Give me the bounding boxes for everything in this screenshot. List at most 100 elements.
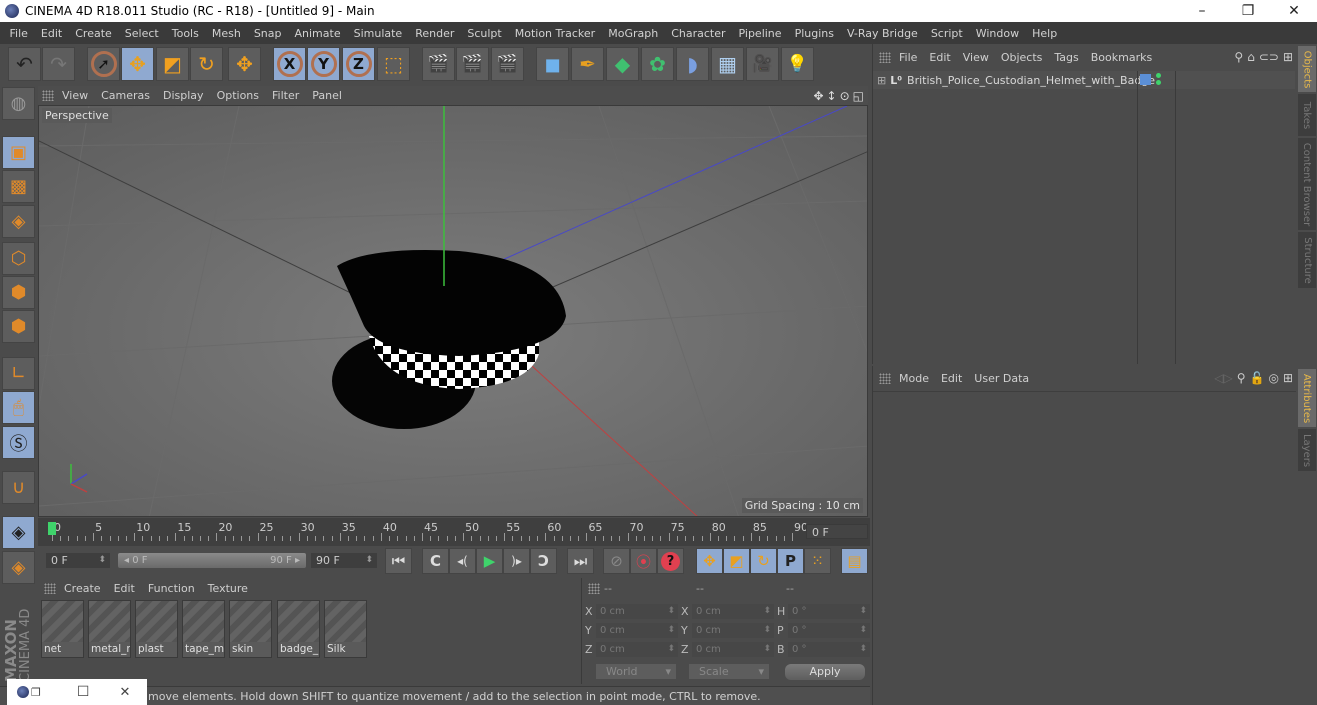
axis-mode-button[interactable]: ∟ [2, 357, 35, 390]
target-icon[interactable]: ◎ [1268, 371, 1278, 385]
timeline-ruler[interactable]: 0 5 10 15 20 25 30 35 40 45 50 55 60 65 70 75 80 85 90 0 F [38, 518, 870, 546]
menu-file[interactable]: File [3, 27, 34, 40]
menu-pipeline[interactable]: Pipeline [732, 27, 788, 40]
menu-create[interactable]: Create [69, 27, 119, 40]
keyframe-selection-button[interactable]: ? [657, 548, 684, 574]
material-swatch[interactable]: Silk [324, 600, 367, 658]
viewport-menu-options[interactable]: Options [217, 89, 259, 102]
prev-key-button[interactable]: C [422, 548, 449, 574]
attributes-menu-mode[interactable]: Mode [899, 372, 929, 385]
render-view-button[interactable]: 🎬 [422, 47, 455, 81]
panel-grip-icon[interactable] [44, 582, 56, 594]
menu-mograph[interactable]: MoGraph [602, 27, 665, 40]
material-menu-edit[interactable]: Edit [114, 582, 135, 595]
material-menu-texture[interactable]: Texture [208, 582, 248, 595]
camera-button[interactable]: 🎥 [746, 47, 779, 81]
back-arrow-icon[interactable]: ◁▷ [1214, 371, 1232, 385]
menu-script[interactable]: Script [924, 27, 969, 40]
frame-range-slider[interactable]: ◂ 0 F 90 F ▸ [118, 553, 306, 568]
goto-end-button[interactable]: ⏭ [567, 548, 594, 574]
workplane-rotate-button[interactable]: ◈ [2, 551, 35, 584]
cloner-button[interactable]: ✿ [641, 47, 674, 81]
rot-p-field[interactable]: 0 ° [788, 623, 870, 638]
apply-button[interactable]: Apply [785, 664, 865, 680]
camera-label[interactable]: Perspective [42, 108, 112, 123]
viewport-menu-filter[interactable]: Filter [272, 89, 299, 102]
size-y-field[interactable]: 0 cm [692, 623, 774, 638]
tab-structure[interactable]: Structure [1298, 232, 1316, 288]
objects-menu-file[interactable]: File [899, 51, 917, 64]
menu-animate[interactable]: Animate [288, 27, 347, 40]
viewport-menu-view[interactable]: View [62, 89, 88, 102]
spinner-icon[interactable]: ⬍ [98, 553, 106, 568]
y-axis-button[interactable]: Y [307, 47, 340, 81]
objects-menu-objects[interactable]: Objects [1001, 51, 1043, 64]
points-mode-button[interactable]: ⬡ [2, 242, 35, 275]
objects-menu-tags[interactable]: Tags [1054, 51, 1078, 64]
deformer-button[interactable]: ◗ [676, 47, 709, 81]
tab-objects[interactable]: Objects [1298, 46, 1316, 92]
goto-start-button[interactable]: ⏮ [385, 548, 412, 574]
expand-icon[interactable]: ⊞ [877, 74, 886, 87]
pos-y-field[interactable]: 0 cm [596, 623, 678, 638]
timeline-window-button[interactable]: ▤ [841, 548, 868, 574]
link-icon[interactable]: ⊂⊃ [1259, 50, 1279, 64]
end-frame-field[interactable]: 90 F ⬍ [311, 553, 377, 568]
material-swatch[interactable]: tape_ma [182, 600, 225, 658]
light-button[interactable]: 💡 [781, 47, 814, 81]
autokey-button[interactable]: ⦿ [630, 548, 657, 574]
size-x-field[interactable]: 0 cm [692, 604, 774, 619]
lock-icon[interactable]: 🔓 [1250, 371, 1265, 385]
mini-restore-button[interactable]: ❐ [31, 686, 41, 699]
polygons-mode-button[interactable]: ⬢ [2, 310, 35, 343]
panel-grip-icon[interactable] [42, 90, 54, 101]
spinner-icon[interactable]: ⬍ [365, 553, 373, 568]
attributes-menu-edit[interactable]: Edit [941, 372, 962, 385]
panel-grip-icon[interactable] [879, 52, 891, 63]
search-icon[interactable]: ⚲ [1237, 371, 1246, 385]
frame-ruler[interactable]: 0 5 10 15 20 25 30 35 40 45 50 55 60 65 70 75 80 85 90 [48, 518, 808, 546]
layer-color-tag[interactable] [1140, 74, 1151, 85]
tab-content-browser[interactable]: Content Browser [1298, 138, 1316, 230]
undo-button[interactable]: ↶ [8, 47, 41, 81]
material-swatch[interactable]: net [41, 600, 84, 658]
restore-button[interactable]: ❐ [1225, 0, 1271, 22]
key-rotation-button[interactable]: ↻ [750, 548, 777, 574]
menu-tools[interactable]: Tools [165, 27, 205, 40]
size-mode-dropdown[interactable]: Scale [689, 664, 769, 679]
menu-render[interactable]: Render [409, 27, 461, 40]
new-panel-icon[interactable]: ⊞ [1283, 371, 1293, 385]
coordinate-mode-dropdown[interactable]: World [596, 664, 676, 679]
object-tree-row[interactable]: ⊞ L⁰ British_Police_Custodian_Helmet_wit… [873, 71, 1295, 89]
dolly-icon[interactable]: ↕ [827, 89, 837, 103]
material-swatch[interactable]: plast [135, 600, 178, 658]
panel-grip-icon[interactable] [588, 582, 600, 594]
objects-menu-edit[interactable]: Edit [929, 51, 950, 64]
viewport-menu-panel[interactable]: Panel [312, 89, 342, 102]
objects-menu-view[interactable]: View [963, 51, 989, 64]
editor-visibility-dot[interactable] [1156, 73, 1161, 78]
pos-z-field[interactable]: 0 cm [596, 642, 678, 657]
menu-character[interactable]: Character [665, 27, 732, 40]
record-keys-button[interactable]: ⊘ [603, 548, 630, 574]
tab-attributes[interactable]: Attributes [1298, 369, 1316, 427]
tweak-mode-button[interactable]: 🖱 [2, 391, 35, 424]
playhead-handle[interactable] [48, 522, 56, 535]
pos-x-field[interactable]: 0 cm [596, 604, 678, 619]
current-frame-field[interactable]: 0 F [806, 524, 868, 539]
menu-mesh[interactable]: Mesh [205, 27, 247, 40]
rot-h-field[interactable]: 0 ° [788, 604, 870, 619]
menu-snap[interactable]: Snap [247, 27, 288, 40]
magnet-button[interactable]: ∪ [2, 471, 35, 504]
3d-viewport[interactable]: Perspective Grid Spacing : 10 cm [38, 105, 868, 517]
move-tool-button[interactable]: ✥ [121, 47, 154, 81]
key-position-button[interactable]: ✥ [696, 548, 723, 574]
rot-b-field[interactable]: 0 ° [788, 642, 870, 657]
menu-sculpt[interactable]: Sculpt [461, 27, 508, 40]
next-key-button[interactable]: Ↄ [530, 548, 557, 574]
key-parameter-button[interactable]: P [777, 548, 804, 574]
material-swatch[interactable]: badge_i [277, 600, 320, 658]
model-mode-button[interactable]: ▣ [2, 136, 35, 169]
key-scale-button[interactable]: ◩ [723, 548, 750, 574]
render-picture-viewer-button[interactable]: 🎬 [456, 47, 489, 81]
